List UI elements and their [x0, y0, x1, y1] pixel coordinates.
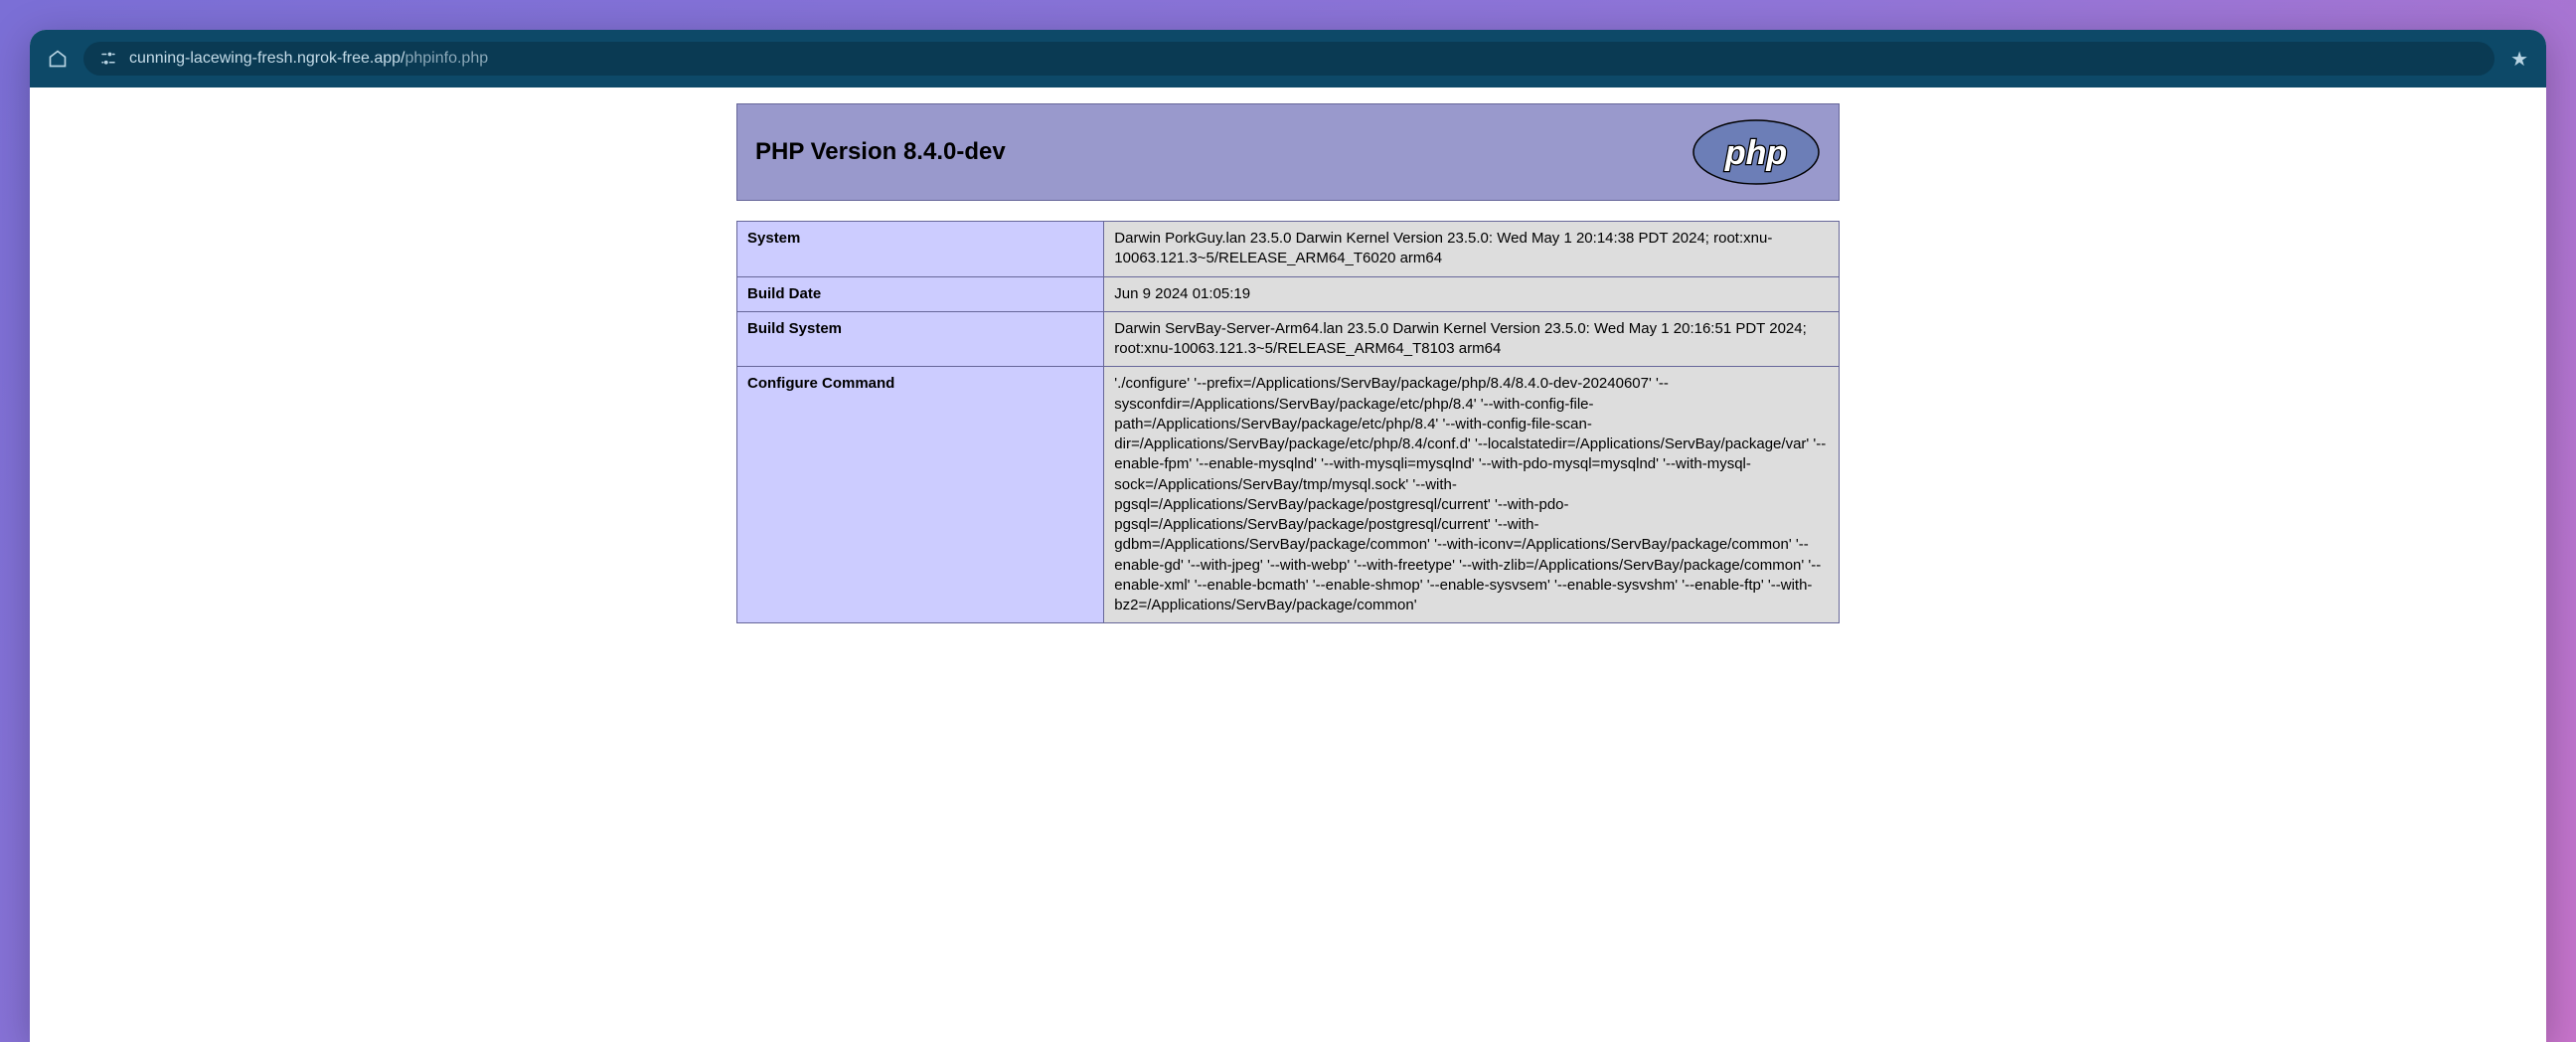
phpinfo-header: PHP Version 8.4.0-dev php [736, 103, 1840, 201]
phpinfo-container: PHP Version 8.4.0-dev php System Darwin … [726, 103, 1850, 623]
row-value: Jun 9 2024 01:05:19 [1104, 276, 1840, 311]
row-label: Configure Command [737, 367, 1104, 623]
url-display: cunning-lacewing-fresh.ngrok-free.app/ph… [129, 50, 488, 68]
table-row: Build Date Jun 9 2024 01:05:19 [737, 276, 1840, 311]
browser-window: cunning-lacewing-fresh.ngrok-free.app/ph… [30, 30, 2546, 1042]
row-value: Darwin PorkGuy.lan 23.5.0 Darwin Kernel … [1104, 222, 1840, 277]
table-row: System Darwin PorkGuy.lan 23.5.0 Darwin … [737, 222, 1840, 277]
svg-text:php: php [1724, 134, 1787, 172]
row-label: System [737, 222, 1104, 277]
phpinfo-title: PHP Version 8.4.0-dev [755, 138, 1006, 166]
row-value: Darwin ServBay-Server-Arm64.lan 23.5.0 D… [1104, 311, 1840, 367]
table-row: Build System Darwin ServBay-Server-Arm64… [737, 311, 1840, 367]
table-row: Configure Command './configure' '--prefi… [737, 367, 1840, 623]
page-content: PHP Version 8.4.0-dev php System Darwin … [30, 87, 2546, 1042]
row-label: Build Date [737, 276, 1104, 311]
url-path: phpinfo.php [404, 50, 488, 67]
browser-chrome: cunning-lacewing-fresh.ngrok-free.app/ph… [30, 30, 2546, 87]
row-value: './configure' '--prefix=/Applications/Se… [1104, 367, 1840, 623]
site-settings-icon[interactable] [99, 50, 117, 68]
favorite-icon[interactable]: ★ [2510, 47, 2528, 72]
address-bar[interactable]: cunning-lacewing-fresh.ngrok-free.app/ph… [83, 42, 2495, 76]
phpinfo-table: System Darwin PorkGuy.lan 23.5.0 Darwin … [736, 221, 1840, 623]
home-icon[interactable] [48, 49, 68, 69]
url-host: cunning-lacewing-fresh.ngrok-free.app/ [129, 50, 404, 67]
row-label: Build System [737, 311, 1104, 367]
php-logo[interactable]: php [1691, 118, 1821, 186]
